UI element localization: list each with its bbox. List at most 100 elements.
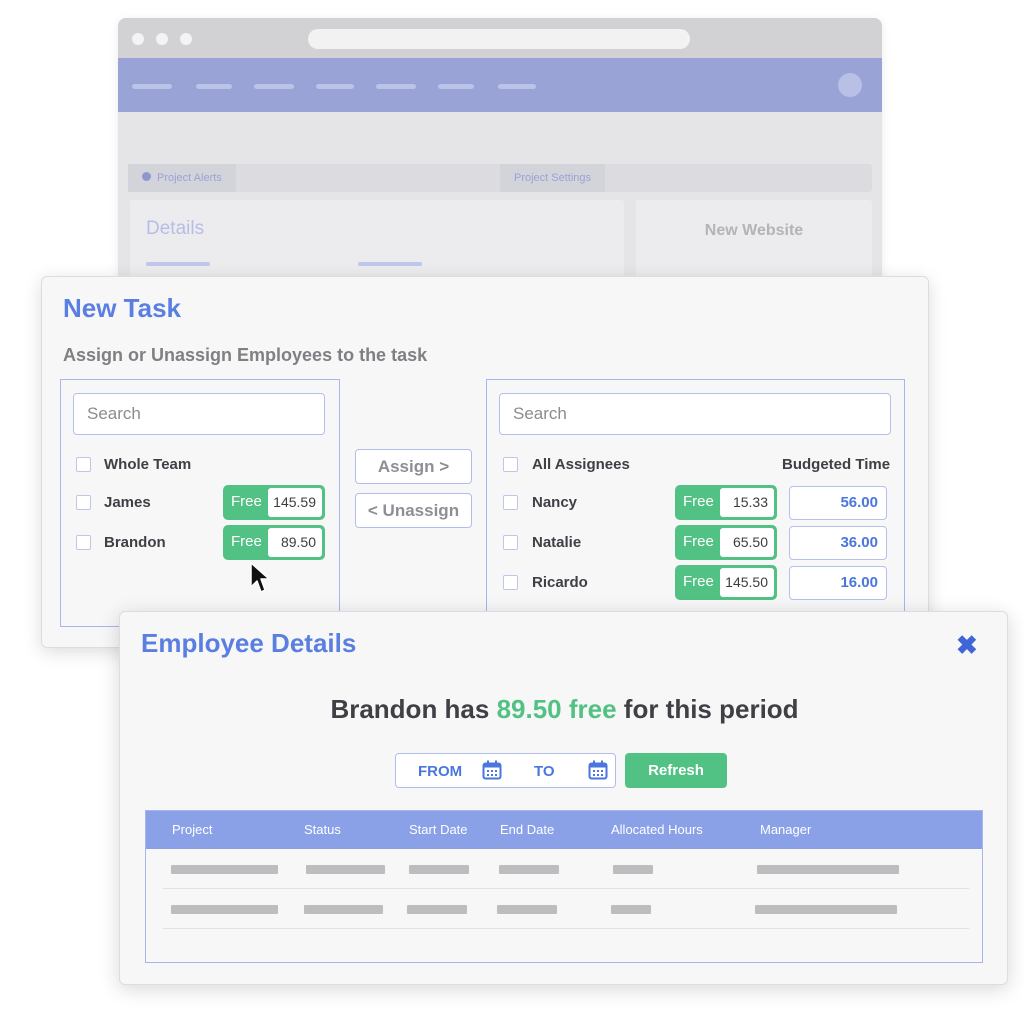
free-hours-badge[interactable]: Free 65.50: [675, 525, 777, 560]
assignee-row[interactable]: Nancy: [487, 493, 667, 523]
whole-team-label: Whole Team: [104, 456, 192, 473]
employee-checkbox[interactable]: [76, 535, 91, 550]
tab-project-settings: Project Settings: [500, 164, 606, 192]
employee-details-modal: Employee Details ✖ Brandon has 89.50 fre…: [119, 611, 1008, 985]
cell-placeholder: [171, 905, 278, 914]
budgeted-time-input[interactable]: 16.00: [789, 566, 887, 600]
table-row: [163, 849, 969, 889]
headline-prefix: Brandon has: [330, 694, 497, 724]
column-header[interactable]: Start Date: [409, 822, 468, 837]
cell-placeholder: [611, 905, 651, 914]
column-header[interactable]: End Date: [500, 822, 554, 837]
free-hours-badge[interactable]: Free 145.50: [675, 565, 777, 600]
assignee-row[interactable]: Ricardo: [487, 573, 667, 603]
cell-placeholder: [499, 865, 559, 874]
to-date-label[interactable]: TO: [534, 763, 555, 780]
employee-name: James: [104, 494, 151, 511]
nav-item-placeholder: [376, 84, 416, 89]
cell-placeholder: [306, 865, 385, 874]
nav-item-placeholder: [316, 84, 354, 89]
new-task-modal: New Task Assign or Unassign Employees to…: [41, 276, 929, 648]
cell-placeholder: [757, 865, 899, 874]
cell-placeholder: [613, 865, 653, 874]
team-panel: Search Whole Team James Free 145.59 Bran…: [60, 379, 340, 627]
free-label: Free: [231, 533, 262, 550]
date-range-picker: FROM TO: [395, 753, 616, 788]
project-name: New Website: [704, 222, 804, 239]
modal-title: New Task: [63, 293, 182, 323]
free-hours-value: 15.33: [720, 488, 774, 517]
free-hours-value: 145.59: [268, 488, 322, 517]
cell-placeholder: [409, 865, 469, 874]
nav-item-placeholder: [438, 84, 474, 89]
free-hours-badge[interactable]: Free 145.59: [223, 485, 325, 520]
assign-button[interactable]: Assign >: [355, 449, 472, 484]
free-hours-badge[interactable]: Free 15.33: [675, 485, 777, 520]
free-hours-value: 65.50: [720, 528, 774, 557]
select-all-assignees-row[interactable]: All Assignees: [487, 455, 747, 485]
calendar-icon[interactable]: [588, 760, 608, 780]
mouse-cursor-icon: [250, 562, 270, 593]
modal-subtitle: Assign or Unassign Employees to the task: [63, 345, 428, 365]
all-assignees-label: All Assignees: [532, 456, 630, 473]
nav-item-placeholder: [132, 84, 172, 89]
free-label: Free: [683, 533, 714, 550]
top-navigation-bar: [118, 58, 882, 112]
calendar-icon[interactable]: [482, 760, 502, 780]
free-amount: 89.50 free: [496, 694, 617, 724]
modal-title: Employee Details: [141, 628, 357, 658]
assignee-name: Ricardo: [532, 574, 588, 591]
column-header[interactable]: Project: [172, 822, 212, 837]
from-date-label[interactable]: FROM: [418, 763, 462, 780]
column-header[interactable]: Allocated Hours: [611, 822, 703, 837]
table-row: [163, 889, 969, 929]
bell-icon: [142, 172, 151, 181]
employee-name: Brandon: [104, 534, 166, 551]
budgeted-time-input[interactable]: 56.00: [789, 486, 887, 520]
table-header: Project Status Start Date End Date Alloc…: [146, 811, 982, 849]
whole-team-checkbox[interactable]: [76, 457, 91, 472]
headline-suffix: for this period: [616, 694, 799, 724]
free-hours-badge[interactable]: Free 89.50: [223, 525, 325, 560]
unassign-button[interactable]: < Unassign: [355, 493, 472, 528]
field-placeholder: [146, 262, 210, 266]
assignee-search-input[interactable]: Search: [499, 393, 891, 435]
free-label: Free: [231, 493, 262, 510]
assignee-checkbox[interactable]: [503, 495, 518, 510]
assignee-checkbox[interactable]: [503, 535, 518, 550]
free-label: Free: [683, 573, 714, 590]
window-control-dot: [156, 33, 168, 45]
column-header[interactable]: Manager: [760, 822, 811, 837]
background-browser-window: Project Alerts Project Settings Details …: [118, 18, 882, 298]
availability-headline: Brandon has 89.50 free for this period: [120, 694, 1009, 725]
cell-placeholder: [497, 905, 557, 914]
cell-placeholder: [171, 865, 278, 874]
free-label: Free: [683, 493, 714, 510]
cell-placeholder: [755, 905, 897, 914]
address-bar: [308, 29, 690, 49]
window-control-dot: [180, 33, 192, 45]
select-all-row[interactable]: Whole Team: [61, 455, 339, 485]
team-search-input[interactable]: Search: [73, 393, 325, 435]
free-hours-value: 145.50: [720, 568, 774, 597]
nav-item-placeholder: [196, 84, 232, 89]
all-assignees-checkbox[interactable]: [503, 457, 518, 472]
window-control-dot: [132, 33, 144, 45]
details-heading: Details: [146, 218, 205, 239]
browser-titlebar: [118, 18, 882, 58]
budgeted-time-input[interactable]: 36.00: [789, 526, 887, 560]
assignee-name: Nancy: [532, 494, 578, 511]
refresh-button[interactable]: Refresh: [625, 753, 727, 788]
assignee-checkbox[interactable]: [503, 575, 518, 590]
close-icon[interactable]: ✖: [956, 632, 978, 658]
user-avatar-icon: [838, 73, 862, 97]
free-hours-value: 89.50: [268, 528, 322, 557]
allocation-table: Project Status Start Date End Date Alloc…: [145, 810, 983, 963]
assignee-row[interactable]: Natalie: [487, 533, 667, 563]
employee-checkbox[interactable]: [76, 495, 91, 510]
column-header[interactable]: Status: [304, 822, 341, 837]
nav-item-placeholder: [254, 84, 294, 89]
assignee-name: Natalie: [532, 534, 582, 551]
project-tab-bar: Project Alerts Project Settings: [128, 164, 872, 192]
tab-project-alerts: Project Alerts: [128, 164, 236, 192]
